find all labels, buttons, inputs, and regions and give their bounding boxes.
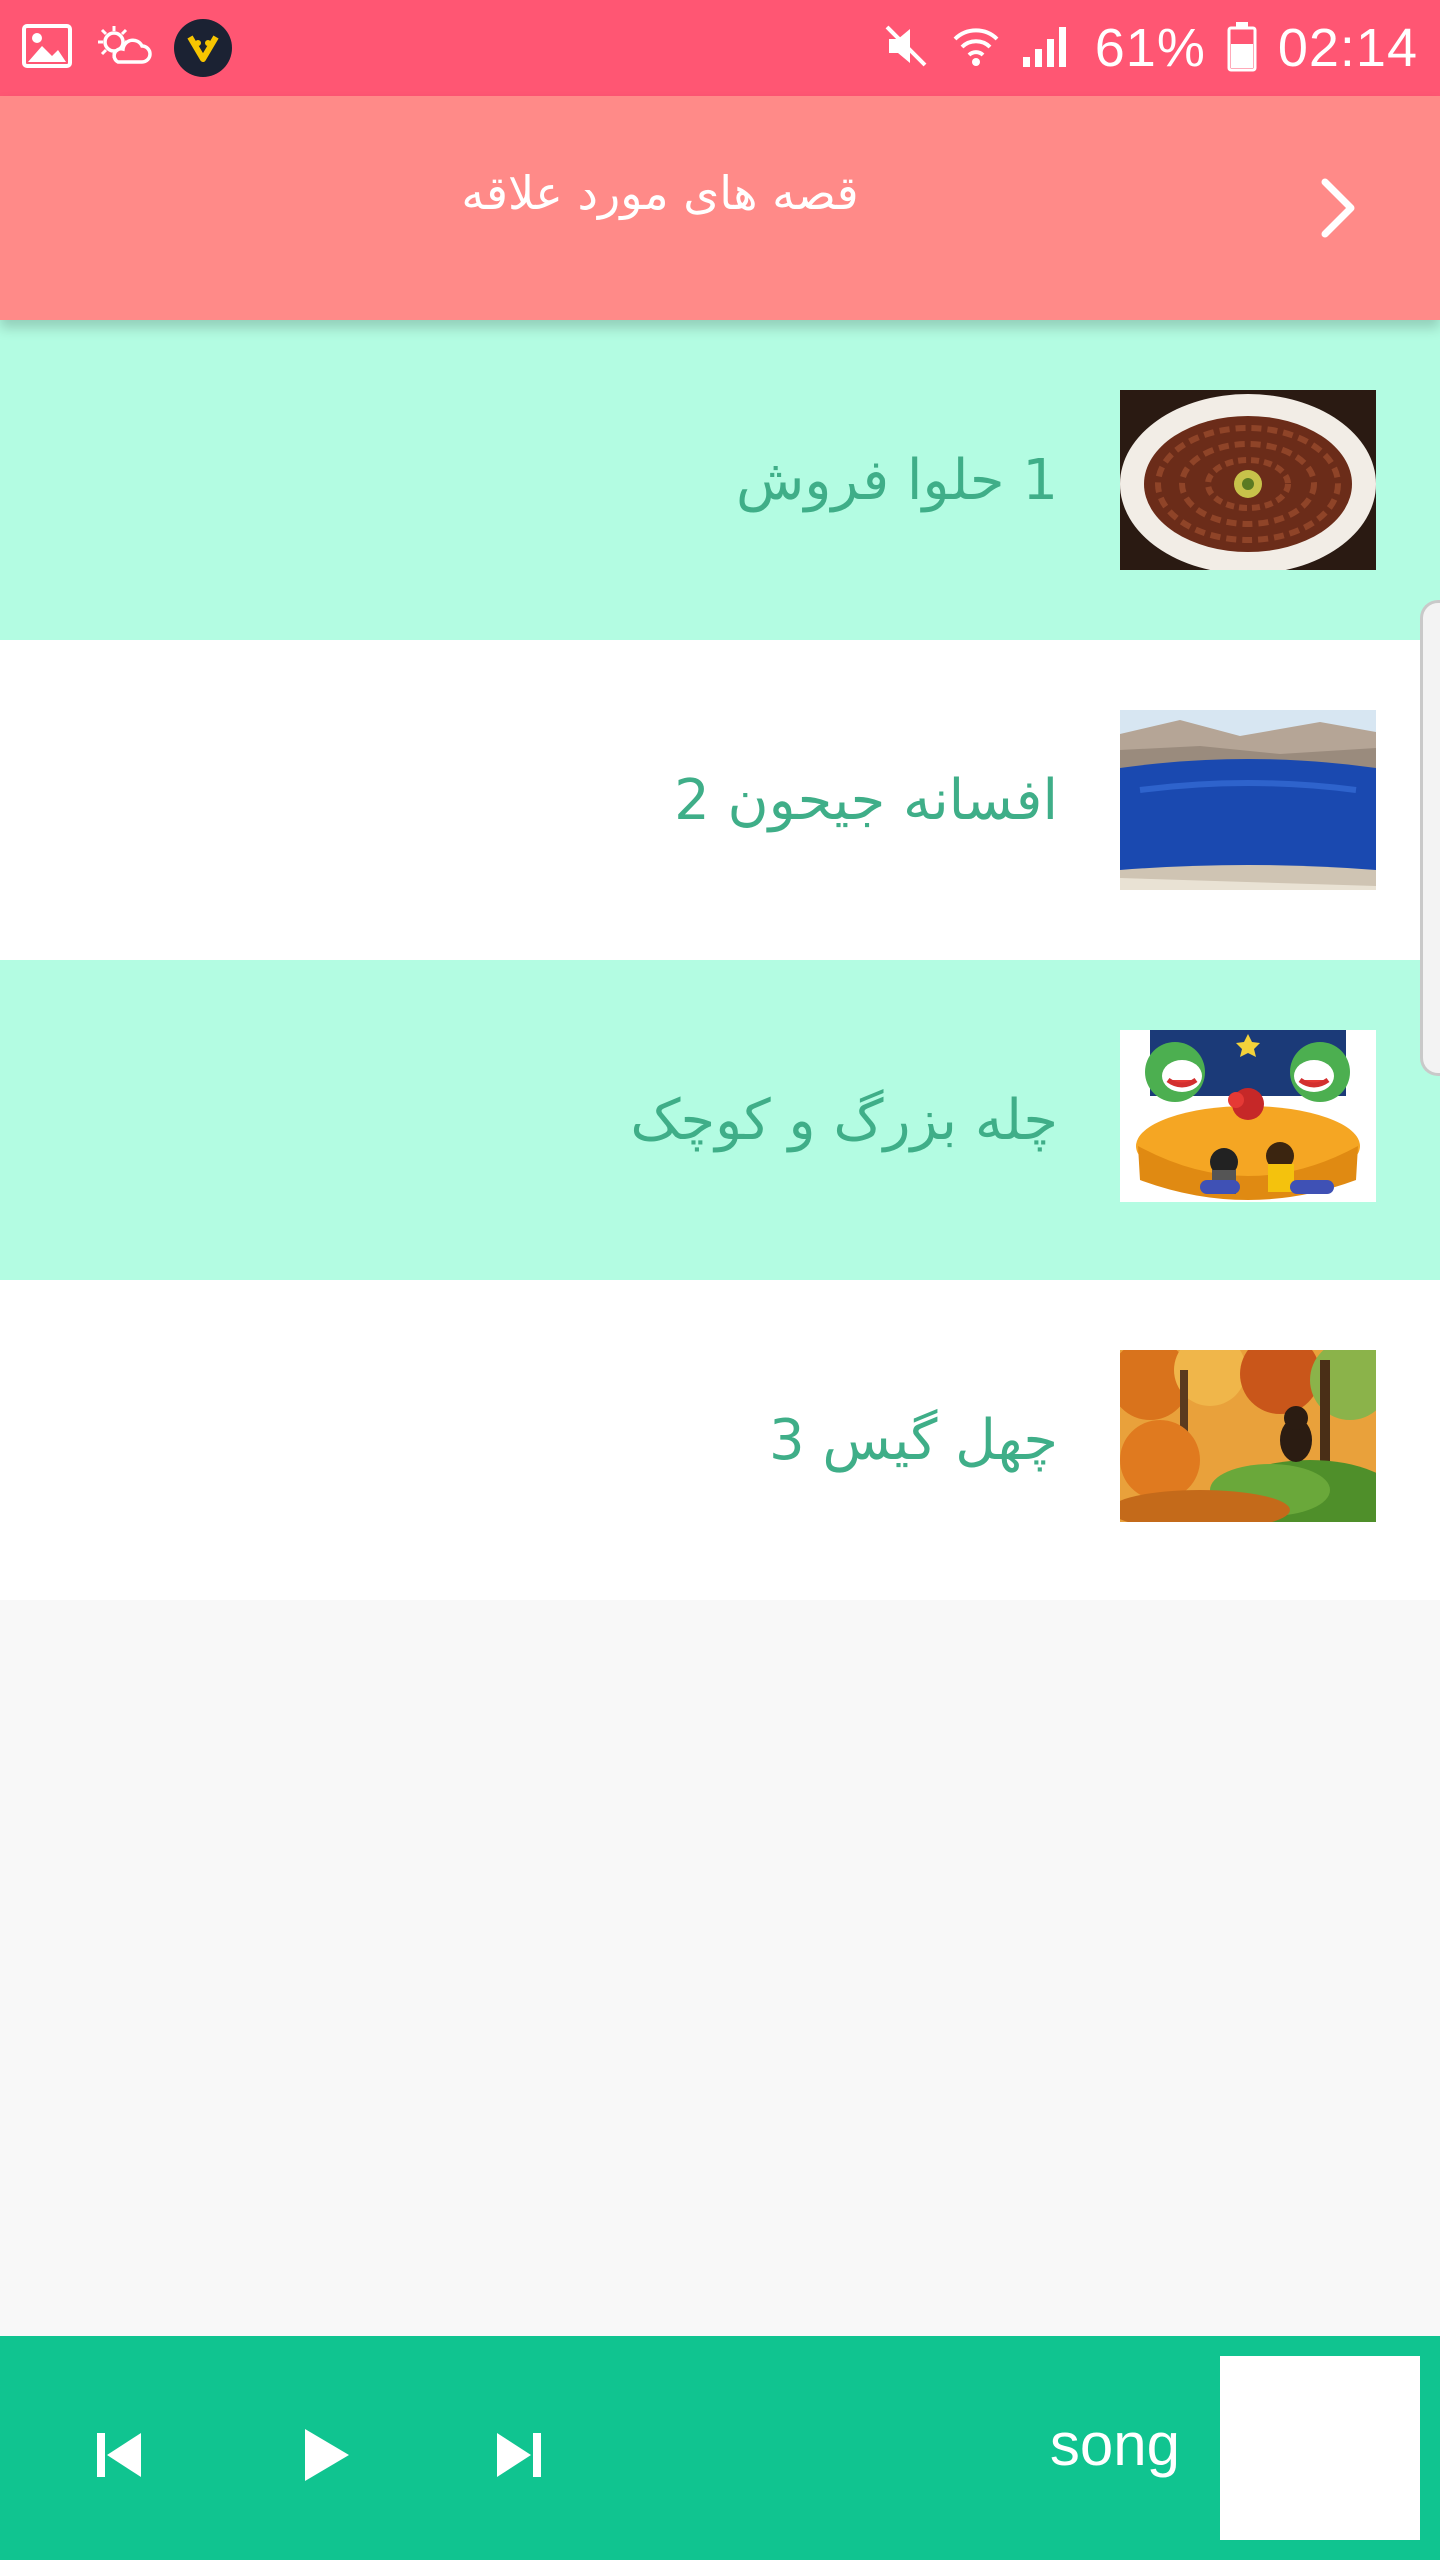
status-left-icons [22,0,254,96]
page-title: قصه های مورد علاقه [461,166,859,220]
app-bar: قصه های مورد علاقه [0,96,1440,320]
list-item[interactable]: چله بزرگ و کوچک [0,960,1440,1280]
chevron-right-icon [1313,176,1363,244]
app-badge-icon [174,19,232,77]
status-time: 02:14 [1277,18,1418,78]
skip-previous-button[interactable] [64,2402,174,2512]
wifi-icon [951,21,1001,75]
story-list: 1 حلوا فروش افسانه جیحون 2 چله بزرگ و کو… [0,320,1440,1600]
story-title: 1 حلوا فروش [736,447,1058,513]
scrollbar-handle[interactable] [1420,600,1440,1076]
list-item[interactable]: 1 حلوا فروش [0,320,1440,640]
story-title: چهل گیس 3 [768,1407,1058,1473]
song-title: song [1049,2411,1180,2478]
gallery-icon [22,24,72,72]
battery-percent: 61% [1094,18,1206,78]
story-title: افسانه جیحون 2 [674,767,1058,833]
skip-next-button[interactable] [464,2402,574,2512]
status-bar: 61% 02:14 [0,0,1440,96]
weather-icon [94,24,152,72]
blue-lake-image [1120,710,1376,890]
autumn-forest-bear-image [1120,1350,1376,1530]
skip-next-icon [491,2427,547,2487]
album-art[interactable] [1220,2356,1420,2540]
yalda-night-cartoon-image [1120,1030,1376,1210]
status-right-icons: 61% 02:14 [861,0,1418,96]
play-button[interactable] [270,2402,380,2512]
list-item[interactable]: افسانه جیحون 2 [0,640,1440,960]
skip-previous-icon [91,2427,147,2487]
halva-dessert-image [1120,390,1376,570]
mute-icon [881,21,931,75]
signal-icon [1021,23,1075,73]
list-item[interactable]: چهل گیس 3 [0,1280,1440,1600]
battery-icon [1226,20,1258,76]
play-icon [297,2425,353,2489]
music-player-bar: song [0,2336,1440,2560]
screen: 61% 02:14 قصه های مورد علاقه 1 حلوا فروش… [0,0,1440,2560]
back-button[interactable] [1296,168,1380,252]
story-title: چله بزرگ و کوچک [630,1087,1058,1153]
